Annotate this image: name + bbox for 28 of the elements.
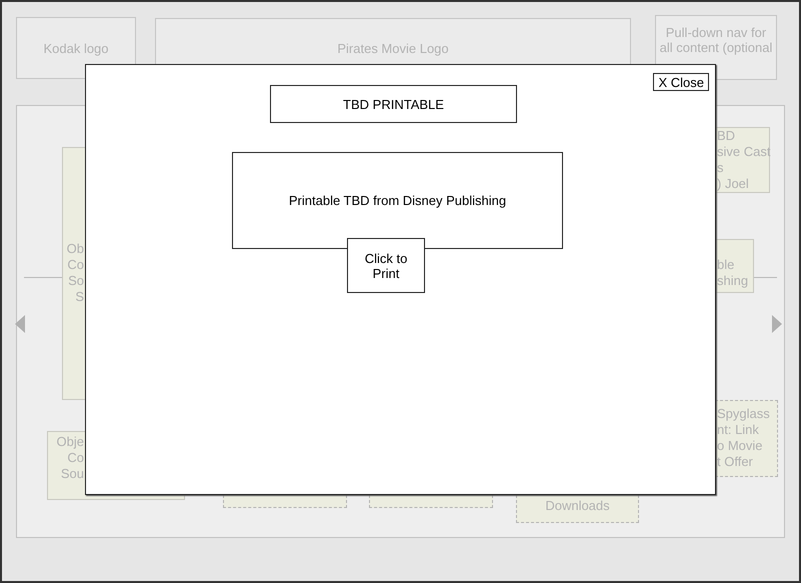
placeholder-label: BD [717,128,736,144]
placeholder-label: Sou [60,466,84,482]
printable-title: TBD PRINTABLE [270,85,517,123]
placeholder-label: Pull-down nav for [666,25,766,40]
placeholder-label: Printable TBD from Disney Publishing [288,193,506,208]
placeholder-label: all content (optional [660,40,772,55]
placeholder-label: Obje [56,434,84,450]
placeholder-label: Kodak logo [43,40,109,56]
placeholder-label: nt: Link [717,422,759,438]
placeholder-label: Co [67,257,84,273]
placeholder-label: S [75,289,84,305]
placeholder-label: o Movie [717,438,763,454]
placeholder-label: Spyglass [717,406,770,422]
placeholder-label: Ob [66,241,84,257]
placeholder-label: shing [717,273,748,289]
left-arrow-icon[interactable] [15,315,25,333]
placeholder-label: Co [67,450,84,466]
close-button[interactable]: X Close [653,73,709,91]
placeholder-label: s [717,160,724,176]
placeholder-label: sive Cast [717,144,770,160]
placeholder-label: So [68,273,84,289]
placeholder-label: Downloads [545,498,610,514]
print-button[interactable]: Click to Print [347,238,425,293]
placeholder-label: Pirates Movie Logo [337,41,449,56]
right-arrow-icon[interactable] [772,315,782,333]
placeholder-label: t Offer [717,454,753,470]
placeholder-label: ) Joel [717,176,749,192]
placeholder-label: ble [717,257,734,273]
